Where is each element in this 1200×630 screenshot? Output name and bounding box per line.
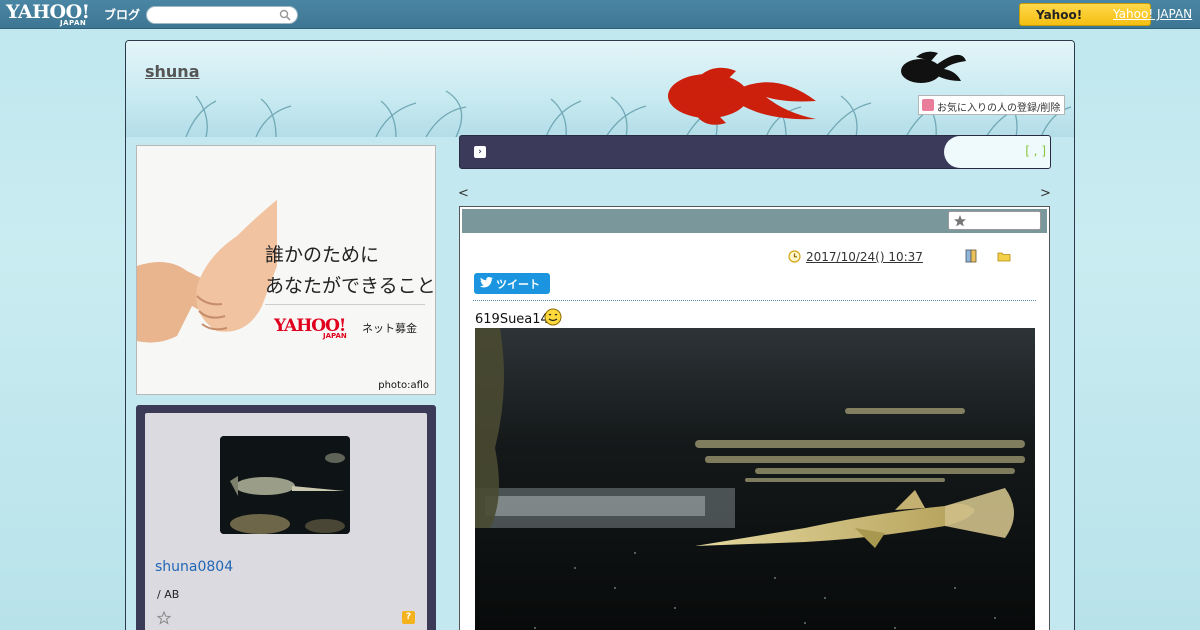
ad-banner[interactable]: 誰かのために あなたができること YAHOO! JAPAN ネット募金 phot… xyxy=(136,145,436,395)
smiley-emoji-icon xyxy=(544,308,562,326)
ad-photo-credit: photo:aflo xyxy=(378,380,429,391)
ad-divider xyxy=(265,304,425,305)
search-icon[interactable] xyxy=(279,9,291,21)
logo-blog: ブログ xyxy=(104,8,141,22)
twitter-bird-icon xyxy=(480,277,493,288)
blog-frame: shuna お気に入りの人の登録/削除 誰かのために あなたができること YAH… xyxy=(125,40,1075,630)
ad-service-name: ネット募金 xyxy=(362,322,417,335)
folder-icon xyxy=(997,252,1011,262)
clock-icon xyxy=(788,250,801,263)
tweet-button[interactable]: ツイート xyxy=(474,273,550,294)
star-icon xyxy=(954,215,966,227)
next-post-link[interactable]: > xyxy=(1040,186,1051,201)
notice-bar[interactable]: › [ , ] xyxy=(459,135,1051,169)
post-divider xyxy=(473,300,1036,301)
prev-post-link[interactable]: < xyxy=(458,186,469,201)
notice-arrow-icon: › xyxy=(474,146,486,158)
search-input[interactable] xyxy=(155,8,277,22)
header-grass-decoration xyxy=(185,51,1072,137)
favorite-button-label: お気に入りの人の登録/削除 xyxy=(937,103,1061,114)
favorite-button[interactable]: お気に入りの人の登録/削除 xyxy=(918,95,1065,115)
yahoo-blog-logo[interactable]: YAHOO! JAPAN ブログ xyxy=(6,3,140,28)
gar-fish-photo xyxy=(475,328,1035,630)
post-title-bar xyxy=(462,209,1047,233)
post-photo[interactable] xyxy=(475,328,1035,630)
yahoo-japan-link[interactable]: Yahoo! JAPAN xyxy=(1113,7,1192,21)
search-box xyxy=(146,6,298,24)
book-icon[interactable] xyxy=(965,249,977,263)
avatar-fish-image xyxy=(220,436,350,534)
tweet-button-label: ツイート xyxy=(496,278,540,291)
post-meta: 2017/10/24() 10:37 xyxy=(788,249,1033,265)
post-favorite-button[interactable] xyxy=(948,211,1041,230)
blog-title[interactable]: shuna xyxy=(145,62,200,81)
post-text: 619Suea14 xyxy=(475,312,549,327)
post-date[interactable]: 2017/10/24() 10:37 xyxy=(806,250,923,264)
help-icon[interactable]: ? xyxy=(402,611,415,624)
blog-post: 2017/10/24() 10:37 ツイート 619Suea14 xyxy=(459,206,1050,630)
handshake-image xyxy=(137,146,277,343)
profile-box: shuna0804 / AB ? xyxy=(136,405,436,630)
notice-bracket: [ , ] xyxy=(1025,144,1046,158)
ad-yahoo-logo-sub: JAPAN xyxy=(323,332,347,340)
notice-right-panel: [ , ] xyxy=(944,136,1050,168)
profile-inner: shuna0804 / AB ? xyxy=(145,413,427,630)
star-icon[interactable] xyxy=(157,611,171,625)
ad-headline-2: あなたができること xyxy=(265,275,436,297)
blog-header: shuna お気に入りの人の登録/削除 xyxy=(126,41,1074,137)
profile-name[interactable]: shuna0804 xyxy=(155,559,233,575)
logo-sub: JAPAN xyxy=(60,19,87,27)
ad-headline-1: 誰かのために xyxy=(265,244,380,266)
avatar[interactable] xyxy=(220,436,350,534)
profile-sub: / AB xyxy=(157,588,180,601)
yahoo-button-label: Yahoo! xyxy=(1036,8,1083,22)
favorite-heart-icon xyxy=(922,99,934,111)
top-bar: YAHOO! JAPAN ブログ Yahoo! Yahoo! JAPAN xyxy=(0,0,1200,29)
